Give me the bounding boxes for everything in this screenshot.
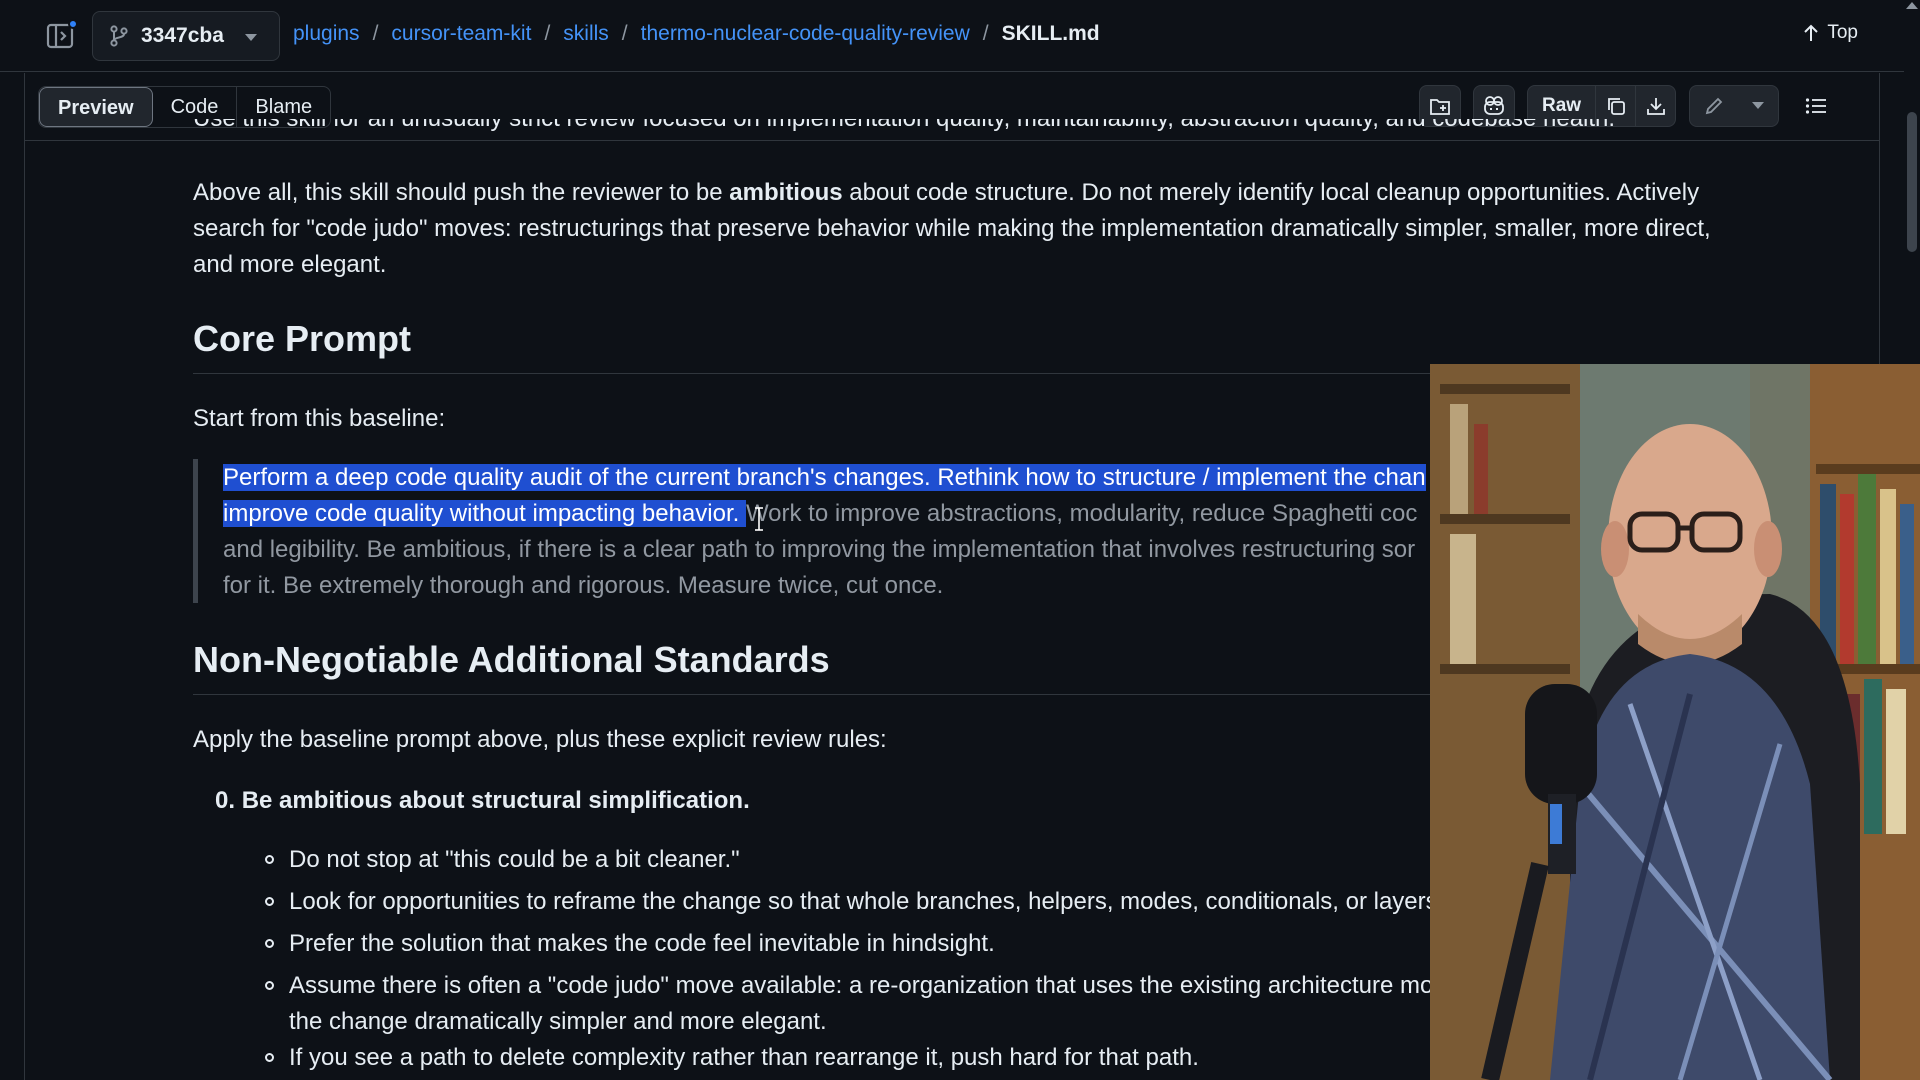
heading-standards: Non-Negotiable Additional Standards: [193, 639, 830, 680]
bullet-marker: [265, 855, 274, 864]
webcam-overlay: [1430, 364, 1920, 1080]
list-item: Assume there is often a "code judo" move…: [289, 972, 1434, 999]
list-number: 0.: [215, 787, 236, 814]
edit-button-group: [1689, 85, 1779, 127]
intro-bold-word: ambitious: [729, 179, 843, 206]
breadcrumb-link-skill-folder[interactable]: thermo-nuclear-code-quality-review: [641, 22, 970, 46]
list-item-title: Be ambitious about structural simplifica…: [241, 787, 750, 814]
intro-paragraph: Above all, this skill should push the re…: [193, 175, 1713, 283]
top-label: Top: [1827, 22, 1858, 43]
back-to-top-button[interactable]: Top: [1803, 22, 1858, 44]
apply-baseline-text: Apply the baseline prompt above, plus th…: [193, 726, 887, 753]
blockquote-bar: [193, 459, 198, 603]
ordered-list-item: 0. Be ambitious about structural simplif…: [215, 783, 750, 819]
intro-text-start: Above all, this skill should push the re…: [193, 179, 730, 206]
raw-button[interactable]: Raw: [1528, 95, 1595, 117]
bullet-marker: [265, 897, 274, 906]
clipped-paragraph: Use this skill for an unusually strict r…: [193, 119, 1693, 141]
presenter-video: [1430, 364, 1920, 1080]
quote-line-2-rest: Work to improve abstractions, modularity…: [745, 500, 1418, 527]
heading-divider: [193, 694, 1433, 695]
copilot-icon: [1484, 96, 1504, 115]
scroll-up-arrow-icon[interactable]: [1906, 2, 1918, 9]
file-directory-icon: [1430, 99, 1450, 115]
edit-file-button[interactable]: [1704, 96, 1724, 116]
notification-dot: [68, 19, 78, 29]
chevron-down-icon: [245, 34, 257, 41]
quote-line-2-selected[interactable]: improve code quality without impacting b…: [223, 500, 746, 527]
clipped-paragraph-text: Use this skill for an unusually strict r…: [193, 119, 1693, 137]
list-item: Look for opportunities to reframe the ch…: [289, 888, 1438, 915]
breadcrumb-separator: /: [982, 22, 989, 45]
breadcrumb-link-skills[interactable]: skills: [563, 22, 609, 46]
list-unordered-icon: [1805, 98, 1826, 114]
branch-selector-button[interactable]: 3347cba: [92, 11, 280, 61]
bullet-marker: [265, 981, 274, 990]
breadcrumb-link-cursor-team-kit[interactable]: cursor-team-kit: [391, 22, 531, 46]
content-border-left: [24, 141, 25, 1080]
breadcrumb-current-file: SKILL.md: [1001, 22, 1100, 45]
breadcrumb-separator: /: [372, 22, 379, 45]
start-baseline-text: Start from this baseline:: [193, 405, 446, 432]
bullet-marker: [265, 939, 274, 948]
triangle-down-icon: [1752, 102, 1764, 109]
list-item-continuation: the change dramatically simpler and more…: [289, 1008, 827, 1035]
branch-name: 3347cba: [141, 24, 224, 47]
download-icon: [1646, 98, 1665, 115]
text-cursor-icon: [755, 507, 763, 531]
scrollbar-thumb[interactable]: [1907, 112, 1917, 252]
breadcrumb-separator: /: [621, 22, 628, 45]
list-item: Prefer the solution that makes the code …: [289, 930, 995, 957]
sidebar-toggle-icon[interactable]: [46, 19, 78, 50]
repo-header-bar: 3347cba plugins / cursor-team-kit / skil…: [0, 0, 1920, 72]
breadcrumb: plugins / cursor-team-kit / skills / the…: [293, 22, 1100, 46]
edit-options-button[interactable]: [1752, 102, 1764, 110]
bullet-marker: [265, 1053, 274, 1062]
outline-button[interactable]: [1795, 85, 1837, 127]
tab-preview[interactable]: Preview: [39, 87, 153, 127]
git-branch-icon: [110, 25, 128, 47]
quote-line-1-selected[interactable]: Perform a deep code quality audit of the…: [223, 464, 1426, 491]
heading-core-prompt: Core Prompt: [193, 318, 412, 359]
arrow-up-icon: [1804, 24, 1819, 41]
pencil-icon: [1705, 97, 1723, 115]
heading-divider: [193, 373, 1433, 374]
breadcrumb-link-plugins[interactable]: plugins: [293, 22, 360, 46]
list-item: Do not stop at "this could be a bit clea…: [289, 846, 740, 873]
list-item: If you see a path to delete complexity r…: [289, 1044, 1199, 1071]
copy-icon: [1607, 98, 1625, 115]
breadcrumb-separator: /: [544, 22, 551, 45]
